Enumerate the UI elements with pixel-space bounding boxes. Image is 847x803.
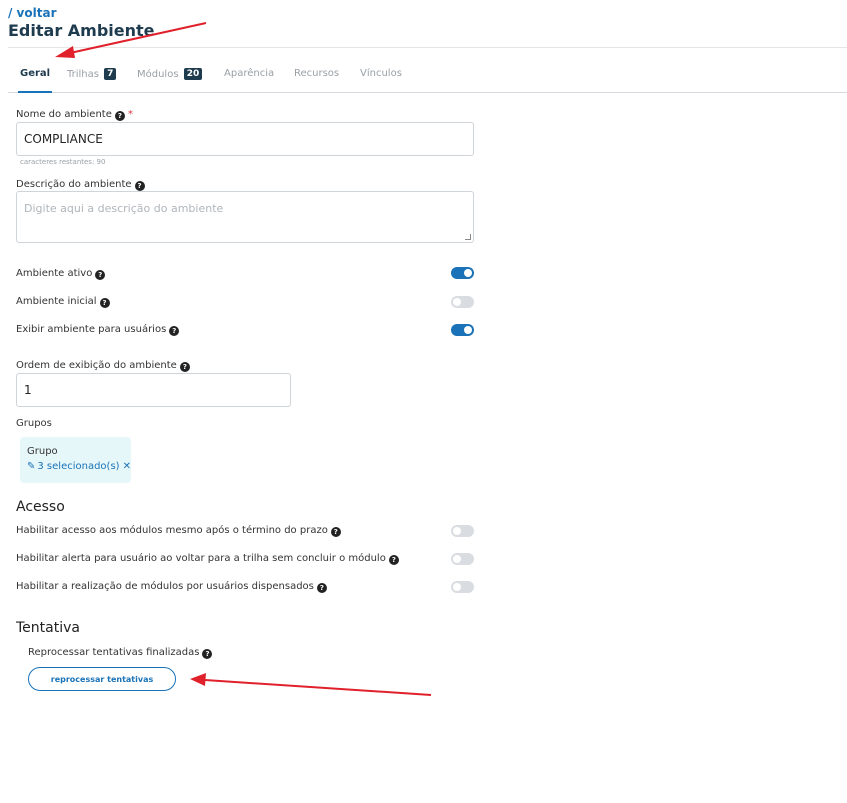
- group-selection[interactable]: ✎ 3 selecionado(s) ✕: [27, 461, 131, 472]
- count-badge: 20: [183, 68, 203, 80]
- tab-recursos[interactable]: Recursos: [294, 68, 339, 93]
- access-toggle-label-prazo: Habilitar acesso aos módulos mesmo após …: [16, 525, 341, 537]
- tab-label: Módulos: [137, 69, 179, 80]
- toggle-label-text: Habilitar a realização de módulos por us…: [16, 581, 314, 592]
- toggle-knob: [453, 527, 461, 535]
- order-input[interactable]: 1: [16, 373, 291, 407]
- toggle-label-text: Exibir ambiente para usuários: [16, 324, 167, 335]
- name-input-value: COMPLIANCE: [24, 132, 103, 146]
- clear-selection-icon[interactable]: ✕: [123, 461, 131, 472]
- tab-label: Vínculos: [360, 68, 402, 79]
- toggle-label-text: Ambiente ativo: [16, 268, 93, 279]
- help-icon[interactable]: ?: [330, 527, 341, 537]
- toggle-alerta-voltar-trilha[interactable]: [451, 553, 474, 565]
- order-input-value: 1: [24, 383, 32, 397]
- pencil-icon[interactable]: ✎: [27, 461, 35, 472]
- tab-modulos[interactable]: Módulos 20: [137, 68, 203, 93]
- tab-vinculos[interactable]: Vínculos: [360, 68, 402, 93]
- tab-bar: Geral Trilhas 7 Módulos 20 Aparência Rec…: [8, 60, 847, 93]
- tab-label: Recursos: [294, 68, 340, 79]
- help-icon[interactable]: ?: [169, 326, 180, 336]
- name-char-hint: caracteres restantes: 90: [20, 158, 106, 166]
- help-icon[interactable]: ?: [316, 583, 327, 593]
- toggle-label-text: Ambiente inicial: [16, 296, 97, 307]
- toggle-label-ambiente-inicial: Ambiente inicial?: [16, 296, 110, 308]
- help-icon[interactable]: ?: [134, 181, 145, 191]
- name-label-text: Nome do ambiente: [16, 109, 112, 120]
- help-icon[interactable]: ?: [114, 111, 125, 121]
- tab-geral[interactable]: Geral: [18, 68, 53, 93]
- toggle-label-text: Habilitar alerta para usuário ao voltar …: [16, 553, 386, 564]
- help-icon[interactable]: ?: [99, 298, 110, 308]
- description-field-label: Descrição do ambiente?: [16, 179, 145, 191]
- back-link[interactable]: / voltar: [8, 6, 57, 20]
- group-card-title: Grupo: [27, 446, 58, 457]
- groups-label: Grupos: [16, 418, 52, 429]
- reprocess-attempts-button[interactable]: reprocessar tentativas: [28, 667, 176, 691]
- tab-label: Geral: [20, 68, 51, 79]
- toggle-ambiente-inicial[interactable]: [451, 296, 474, 308]
- toggle-knob: [453, 298, 461, 306]
- help-icon[interactable]: ?: [95, 270, 106, 280]
- access-section-title: Acesso: [16, 499, 65, 515]
- toggle-knob: [453, 555, 461, 563]
- page-title: Editar Ambiente: [8, 21, 155, 40]
- count-badge: 7: [104, 68, 117, 80]
- tab-trilhas[interactable]: Trilhas 7: [67, 68, 117, 93]
- toggle-knob: [453, 583, 461, 591]
- group-selection-text: 3 selecionado(s): [37, 461, 120, 472]
- toggle-exibir-ambiente[interactable]: [451, 324, 474, 336]
- tab-label: Trilhas: [67, 69, 99, 80]
- toggle-acesso-apos-prazo[interactable]: [451, 525, 474, 537]
- access-toggle-label-alerta: Habilitar alerta para usuário ao voltar …: [16, 553, 399, 565]
- help-icon[interactable]: ?: [179, 362, 190, 372]
- tab-label: Aparência: [224, 68, 275, 79]
- attempt-section-title: Tentativa: [16, 620, 80, 636]
- access-toggle-label-dispensados: Habilitar a realização de módulos por us…: [16, 581, 327, 593]
- reprocess-label-text: Reprocessar tentativas finalizadas: [28, 647, 200, 658]
- reprocess-label: Reprocessar tentativas finalizadas?: [28, 647, 213, 659]
- toggle-usuarios-dispensados[interactable]: [451, 581, 474, 593]
- header-divider: [8, 47, 847, 48]
- toggle-knob: [464, 326, 472, 334]
- order-label-text: Ordem de exibição do ambiente: [16, 360, 177, 371]
- name-input[interactable]: COMPLIANCE: [16, 122, 474, 156]
- order-field-label: Ordem de exibição do ambiente?: [16, 360, 190, 372]
- name-field-label: Nome do ambiente? *: [16, 109, 133, 121]
- required-mark: *: [127, 109, 133, 120]
- toggle-label-exibir-ambiente: Exibir ambiente para usuários?: [16, 324, 180, 336]
- help-icon[interactable]: ?: [202, 649, 213, 659]
- toggle-label-text: Habilitar acesso aos módulos mesmo após …: [16, 525, 328, 536]
- tab-aparencia[interactable]: Aparência: [224, 68, 274, 93]
- annotation-arrow-to-button: [190, 673, 432, 696]
- resize-handle[interactable]: [465, 234, 471, 240]
- group-card: Grupo ✎ 3 selecionado(s) ✕: [20, 437, 131, 483]
- description-placeholder: Digite aqui a descrição do ambiente: [24, 202, 224, 215]
- toggle-knob: [464, 269, 472, 277]
- toggle-ambiente-ativo[interactable]: [451, 267, 474, 279]
- description-textarea[interactable]: Digite aqui a descrição do ambiente: [16, 191, 474, 243]
- help-icon[interactable]: ?: [388, 555, 399, 565]
- toggle-label-ambiente-ativo: Ambiente ativo?: [16, 268, 106, 280]
- description-label-text: Descrição do ambiente: [16, 179, 132, 190]
